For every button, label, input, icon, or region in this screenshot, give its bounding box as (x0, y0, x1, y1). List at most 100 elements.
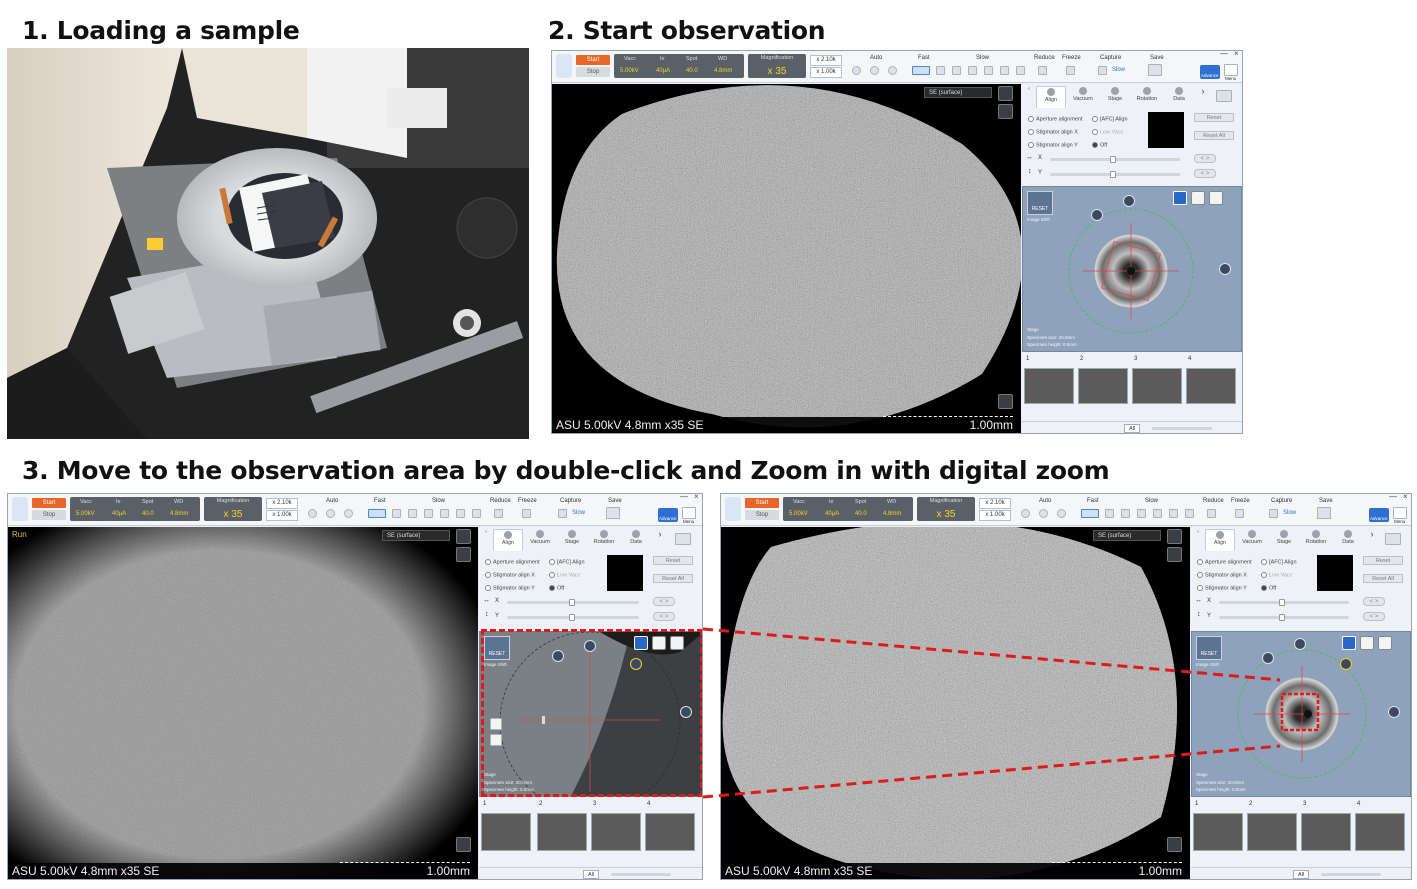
spot-value[interactable]: 40.0 (855, 511, 867, 517)
option-low-vacc[interactable]: Low Vacc (1261, 572, 1292, 578)
auto-stigma-icon[interactable] (888, 66, 897, 75)
scan-slow-1-button[interactable] (1105, 509, 1114, 518)
zoom-option-low[interactable]: x 1.00k (266, 510, 298, 521)
auto-focus-icon[interactable] (308, 509, 317, 518)
thumb-zoom-slider[interactable] (1321, 873, 1381, 876)
advance-button[interactable]: Advance (1200, 65, 1220, 79)
all-button[interactable]: All (1124, 424, 1140, 433)
scan-slow-5-button[interactable] (1000, 66, 1009, 75)
save-icon[interactable] (1317, 507, 1331, 519)
wd-value[interactable]: 4.8mm (883, 511, 901, 517)
advance-button[interactable]: Advance (658, 508, 678, 522)
nav-high-button[interactable] (1388, 706, 1400, 718)
y-step-buttons[interactable]: < > (653, 612, 675, 621)
save-icon[interactable] (1148, 64, 1162, 76)
scan-slow-1-button[interactable] (936, 66, 945, 75)
vacc-value[interactable]: 5.00kV (789, 511, 808, 517)
panel-menu-icon[interactable] (1216, 90, 1232, 102)
tab-back-icon[interactable]: ‹ (1193, 529, 1203, 551)
option-aperture-alignment[interactable]: Aperture alignment (485, 559, 539, 565)
start-button[interactable]: Start (32, 498, 66, 508)
x-slider[interactable] (507, 599, 639, 606)
scan-slow-2-button[interactable] (1121, 509, 1130, 518)
zoom-option-high[interactable]: x 2.10k (810, 55, 842, 66)
minimize-button[interactable]: — (1389, 494, 1397, 501)
thumbnail-1[interactable] (1193, 813, 1243, 851)
scan-slow-6-button[interactable] (1185, 509, 1194, 518)
thumbnail-2[interactable] (1247, 813, 1297, 851)
camera-icon[interactable] (1269, 509, 1278, 518)
ie-value[interactable]: 40μA (656, 68, 670, 74)
y-slider[interactable] (1050, 171, 1180, 178)
freeze-button[interactable] (1235, 509, 1244, 518)
magnification-readout[interactable]: Magnification x 35 (204, 497, 262, 521)
thumbnail-1[interactable] (481, 813, 531, 851)
thumbnail-3[interactable] (591, 813, 641, 851)
option-low-vacc[interactable]: Low Vacc (549, 572, 580, 578)
thumbnail-3[interactable] (1132, 368, 1182, 404)
minimize-button[interactable]: — (680, 494, 688, 501)
thumb-zoom-slider[interactable] (611, 873, 671, 876)
option-stigmator-y[interactable]: Stigmator align Y (1197, 585, 1247, 591)
ie-value[interactable]: 40μA (825, 511, 839, 517)
tab-align[interactable]: Align (1036, 86, 1066, 108)
panel-menu-icon[interactable] (675, 533, 691, 545)
viewport-rotate-icon[interactable] (998, 104, 1013, 119)
option-afc-align[interactable]: [AFC] Align (1261, 559, 1297, 565)
y-slider[interactable] (1219, 614, 1349, 621)
detector-select[interactable]: SE (surface) (924, 87, 992, 98)
auto-focus-icon[interactable] (852, 66, 861, 75)
all-button[interactable]: All (1293, 870, 1309, 879)
tab-data[interactable]: Data (1333, 529, 1363, 551)
sem-image-viewport[interactable]: Run SE (surface) ASU 5.00kV 4.8mm x35 SE… (8, 527, 478, 879)
tab-data[interactable]: Data (1164, 86, 1194, 108)
option-off[interactable]: Off (549, 585, 564, 591)
thumbnail-3[interactable] (1301, 813, 1351, 851)
wd-value[interactable]: 4.8mm (714, 68, 732, 74)
option-stigmator-x[interactable]: Stigmator align X (485, 572, 535, 578)
freeze-button[interactable] (522, 509, 531, 518)
thumbnail-4[interactable] (1186, 368, 1236, 404)
tab-stage[interactable]: Stage (1269, 529, 1299, 551)
reset-all-button[interactable]: Reset All (653, 574, 693, 583)
nav-med-button[interactable] (1123, 195, 1135, 207)
reset-button[interactable]: Reset (1363, 556, 1403, 565)
scan-slow-5-button[interactable] (1169, 509, 1178, 518)
thumbnail-4[interactable] (645, 813, 695, 851)
y-slider-knob[interactable] (1110, 171, 1116, 178)
panel-menu-icon[interactable] (1385, 533, 1401, 545)
scan-slow-4-button[interactable] (1153, 509, 1162, 518)
wd-value[interactable]: 4.8mm (170, 511, 188, 517)
vacc-value[interactable]: 5.00kV (76, 511, 95, 517)
nav-low-button[interactable] (1340, 658, 1352, 670)
camera-icon[interactable] (1098, 66, 1107, 75)
viewport-collapse-icon[interactable] (1167, 837, 1182, 852)
nav-uhd-button[interactable] (1091, 209, 1103, 221)
option-off[interactable]: Off (1092, 142, 1107, 148)
thumbnail-4[interactable] (1355, 813, 1405, 851)
tab-back-icon[interactable]: ‹ (481, 529, 491, 551)
spot-value[interactable]: 40.0 (686, 68, 698, 74)
viewport-toolbar-icon[interactable] (456, 529, 471, 544)
tab-align[interactable]: Align (493, 529, 523, 551)
x-slider-knob[interactable] (1279, 599, 1285, 606)
tab-stage[interactable]: Stage (557, 529, 587, 551)
scan-slow-4-button[interactable] (440, 509, 449, 518)
scan-slow-4-button[interactable] (984, 66, 993, 75)
viewport-rotate-icon[interactable] (456, 547, 471, 562)
stop-button[interactable]: Stop (32, 510, 66, 520)
tab-vacuum[interactable]: Vacuum (1068, 86, 1098, 108)
slow-capture-label[interactable]: Slow (572, 510, 585, 516)
tab-rotation[interactable]: Rotation (589, 529, 619, 551)
option-low-vacc[interactable]: Low Vacc (1092, 129, 1123, 135)
auto-stigma-icon[interactable] (344, 509, 353, 518)
y-step-buttons[interactable]: < > (1194, 169, 1216, 178)
option-aperture-alignment[interactable]: Aperture alignment (1197, 559, 1251, 565)
viewport-rotate-icon[interactable] (1167, 547, 1182, 562)
thumbnail-2[interactable] (1078, 368, 1128, 404)
vacc-value[interactable]: 5.00kV (620, 68, 639, 74)
start-button[interactable]: Start (576, 55, 610, 65)
scan-slow-3-button[interactable] (1137, 509, 1146, 518)
tab-rotation[interactable]: Rotation (1301, 529, 1331, 551)
camera-icon[interactable] (558, 509, 567, 518)
